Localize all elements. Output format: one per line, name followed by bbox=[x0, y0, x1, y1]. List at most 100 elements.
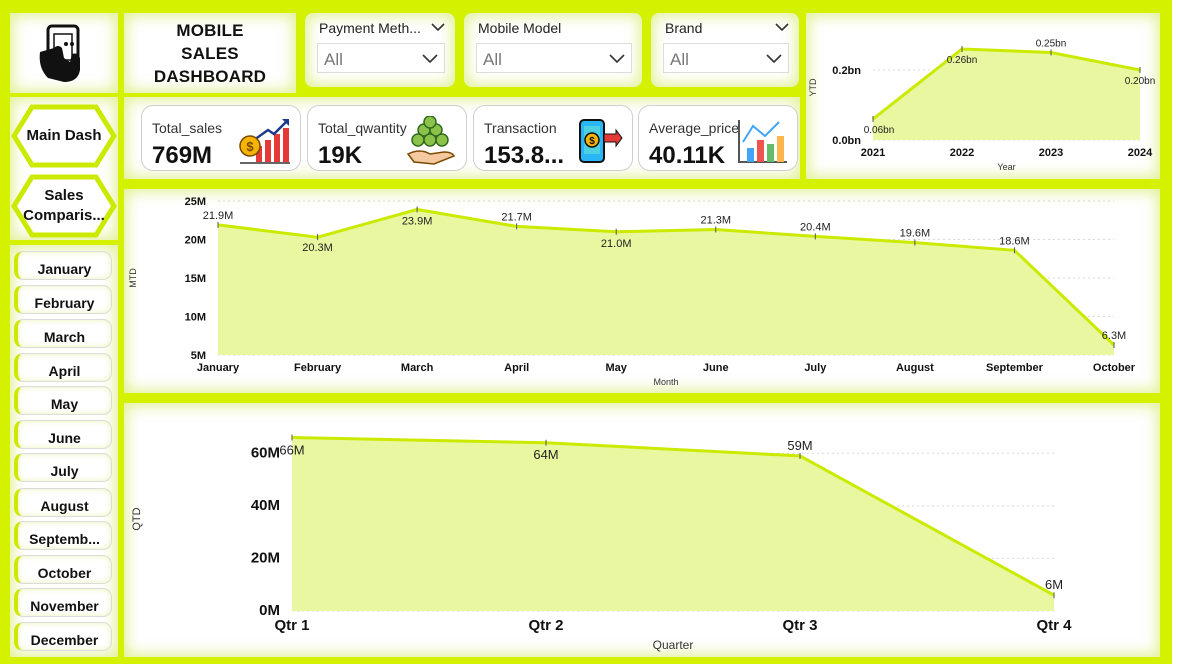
mtd-area-chart[interactable]: 5M 10M 15M 20M 25M 21.9M January 20.3M February 2… bbox=[124, 189, 1160, 393]
month-button-october[interactable]: October bbox=[14, 555, 112, 584]
month-slicer: January February March April May June Ju… bbox=[10, 245, 118, 657]
main-dash-button[interactable]: Main Dash bbox=[10, 103, 118, 169]
data-label: 21.9M bbox=[203, 210, 234, 222]
data-label: 0.26bn bbox=[947, 55, 978, 66]
month-button-december[interactable]: December bbox=[14, 622, 112, 651]
month-label: October bbox=[37, 565, 92, 581]
svg-text:$: $ bbox=[589, 136, 595, 147]
x-tick-label: 2021 bbox=[861, 147, 885, 159]
sales-comparison-label-1: Sales bbox=[44, 187, 84, 204]
slicer-value: All bbox=[324, 50, 343, 69]
qtd-chart-panel: 0M 20M 40M 60M 66M Qtr 1 64M Qtr 2 59M Qtr 3 6M Qtr… bbox=[124, 403, 1160, 657]
month-button-april[interactable]: April bbox=[14, 353, 112, 382]
month-button-february[interactable]: February bbox=[14, 285, 112, 314]
slicer-label: Brand bbox=[665, 20, 703, 36]
x-tick-label: 2023 bbox=[1039, 147, 1063, 159]
y-tick-label: 20M bbox=[251, 549, 280, 566]
coins-hand-icon bbox=[406, 116, 456, 165]
qtd-area-chart[interactable]: 0M20M40M60M 66MQtr 164MQtr 259MQtr 36MQtr… bbox=[124, 403, 1160, 657]
x-tick-label: May bbox=[606, 362, 628, 374]
data-label: 0.20bn bbox=[1125, 76, 1156, 87]
svg-text:$: $ bbox=[246, 139, 254, 154]
x-tick-label: Qtr 1 bbox=[274, 617, 309, 634]
data-label: 66M bbox=[279, 443, 304, 458]
chevron-down-icon[interactable] bbox=[431, 22, 445, 32]
x-tick-label: January bbox=[197, 362, 240, 374]
data-label: 18.6M bbox=[999, 235, 1030, 247]
y-tick-label: 60M bbox=[251, 444, 280, 461]
data-label: 0.25bn bbox=[1036, 39, 1067, 50]
chevron-down-icon[interactable] bbox=[609, 53, 625, 64]
y-tick-label: 0.2bn bbox=[832, 65, 861, 77]
slicer-label: Payment Meth... bbox=[319, 20, 421, 36]
slicer-label: Mobile Model bbox=[478, 20, 562, 36]
kpi-value: 19K bbox=[318, 142, 363, 169]
mobile-payment-icon: $ bbox=[579, 119, 623, 163]
x-axis-title: Quarter bbox=[653, 638, 694, 652]
mobile-hand-icon bbox=[39, 24, 80, 82]
month-label: March bbox=[43, 329, 86, 345]
month-button-march[interactable]: March bbox=[14, 319, 112, 348]
slicer-value: All bbox=[483, 50, 502, 69]
chevron-down-icon[interactable] bbox=[422, 53, 438, 64]
month-button-june[interactable]: June bbox=[14, 420, 112, 449]
chevron-down-icon[interactable] bbox=[766, 53, 782, 64]
title-line-2: SALES bbox=[181, 43, 239, 63]
slicer-dropdown[interactable]: All bbox=[663, 43, 789, 73]
month-button-august[interactable]: August bbox=[14, 488, 112, 517]
y-tick-label: 25M bbox=[185, 196, 206, 208]
data-label: 19.6M bbox=[900, 228, 931, 240]
data-label: 21.0M bbox=[601, 238, 632, 250]
month-button-july[interactable]: July bbox=[14, 453, 112, 482]
x-tick-label: Qtr 3 bbox=[782, 617, 817, 634]
data-label: 6.3M bbox=[1102, 330, 1126, 342]
chevron-down-icon[interactable] bbox=[775, 22, 789, 32]
data-label: 21.7M bbox=[501, 211, 532, 223]
month-button-september[interactable]: Septemb... bbox=[14, 521, 112, 550]
slicer-dropdown[interactable]: All bbox=[476, 43, 632, 73]
month-label: Septemb... bbox=[29, 531, 100, 547]
kpi-row: Total_sales 769M $ Total_qwantity 19K Tr… bbox=[124, 97, 800, 179]
kpi-value: 40.11K bbox=[649, 142, 726, 169]
mtd-chart-panel: 5M 10M 15M 20M 25M 21.9M January 20.3M February 2… bbox=[124, 189, 1160, 393]
data-label: 21.3M bbox=[700, 214, 731, 226]
month-button-may[interactable]: May bbox=[14, 386, 112, 415]
kpi-label: Average_price bbox=[649, 120, 740, 136]
page-title: MOBILE SALES DASHBOARD bbox=[154, 19, 266, 88]
month-label: January bbox=[37, 261, 92, 277]
data-label: 6M bbox=[1045, 577, 1063, 592]
nav-panel: Main Dash Sales Comparis... bbox=[10, 97, 118, 240]
mobile-model-slicer[interactable]: Mobile Model All bbox=[464, 13, 642, 87]
x-tick-label: February bbox=[294, 362, 342, 374]
payment-method-slicer[interactable]: Payment Meth... All bbox=[305, 13, 455, 87]
kpi-card-total-quantity: Total_qwantity 19K bbox=[307, 105, 467, 171]
y-tick-label: 20M bbox=[185, 235, 206, 247]
sales-growth-icon: $ bbox=[239, 119, 290, 164]
month-label: November bbox=[30, 598, 99, 614]
sales-comparison-button[interactable]: Sales Comparis... bbox=[10, 173, 118, 239]
kpi-card-average-price: Average_price 40.11K bbox=[638, 105, 798, 171]
month-button-january[interactable]: January bbox=[14, 251, 112, 280]
slicer-dropdown[interactable]: All bbox=[317, 43, 445, 73]
data-label: 59M bbox=[787, 438, 812, 453]
title-line-3: DASHBOARD bbox=[153, 66, 267, 86]
month-button-november[interactable]: November bbox=[14, 588, 112, 617]
slicer-value: All bbox=[670, 50, 689, 69]
kpi-value: 769M bbox=[152, 142, 213, 169]
month-label: July bbox=[50, 463, 79, 479]
month-label: December bbox=[30, 632, 99, 648]
kpi-card-total-sales: Total_sales 769M $ bbox=[141, 105, 301, 171]
kpi-label: Total_qwantity bbox=[318, 120, 407, 136]
ytd-chart-panel: 0.0bn 0.2bn 0.06bn 2021 0.26bn 2022 0.25bn 2023… bbox=[806, 13, 1160, 179]
ytd-area-chart[interactable]: 0.0bn 0.2bn 0.06bn 2021 0.26bn 2022 0.25bn 2023… bbox=[806, 13, 1160, 179]
x-tick-label: July bbox=[804, 362, 827, 374]
y-tick-label: 40M bbox=[251, 497, 280, 514]
x-tick-label: August bbox=[896, 362, 934, 374]
x-axis-title: Month bbox=[653, 377, 678, 387]
x-tick-label: April bbox=[504, 362, 529, 374]
month-label: April bbox=[48, 363, 81, 379]
main-dash-label: Main Dash bbox=[26, 127, 102, 144]
brand-slicer[interactable]: Brand All bbox=[651, 13, 799, 87]
y-axis-title: YTD bbox=[808, 78, 818, 97]
kpi-label: Transaction bbox=[484, 120, 557, 136]
